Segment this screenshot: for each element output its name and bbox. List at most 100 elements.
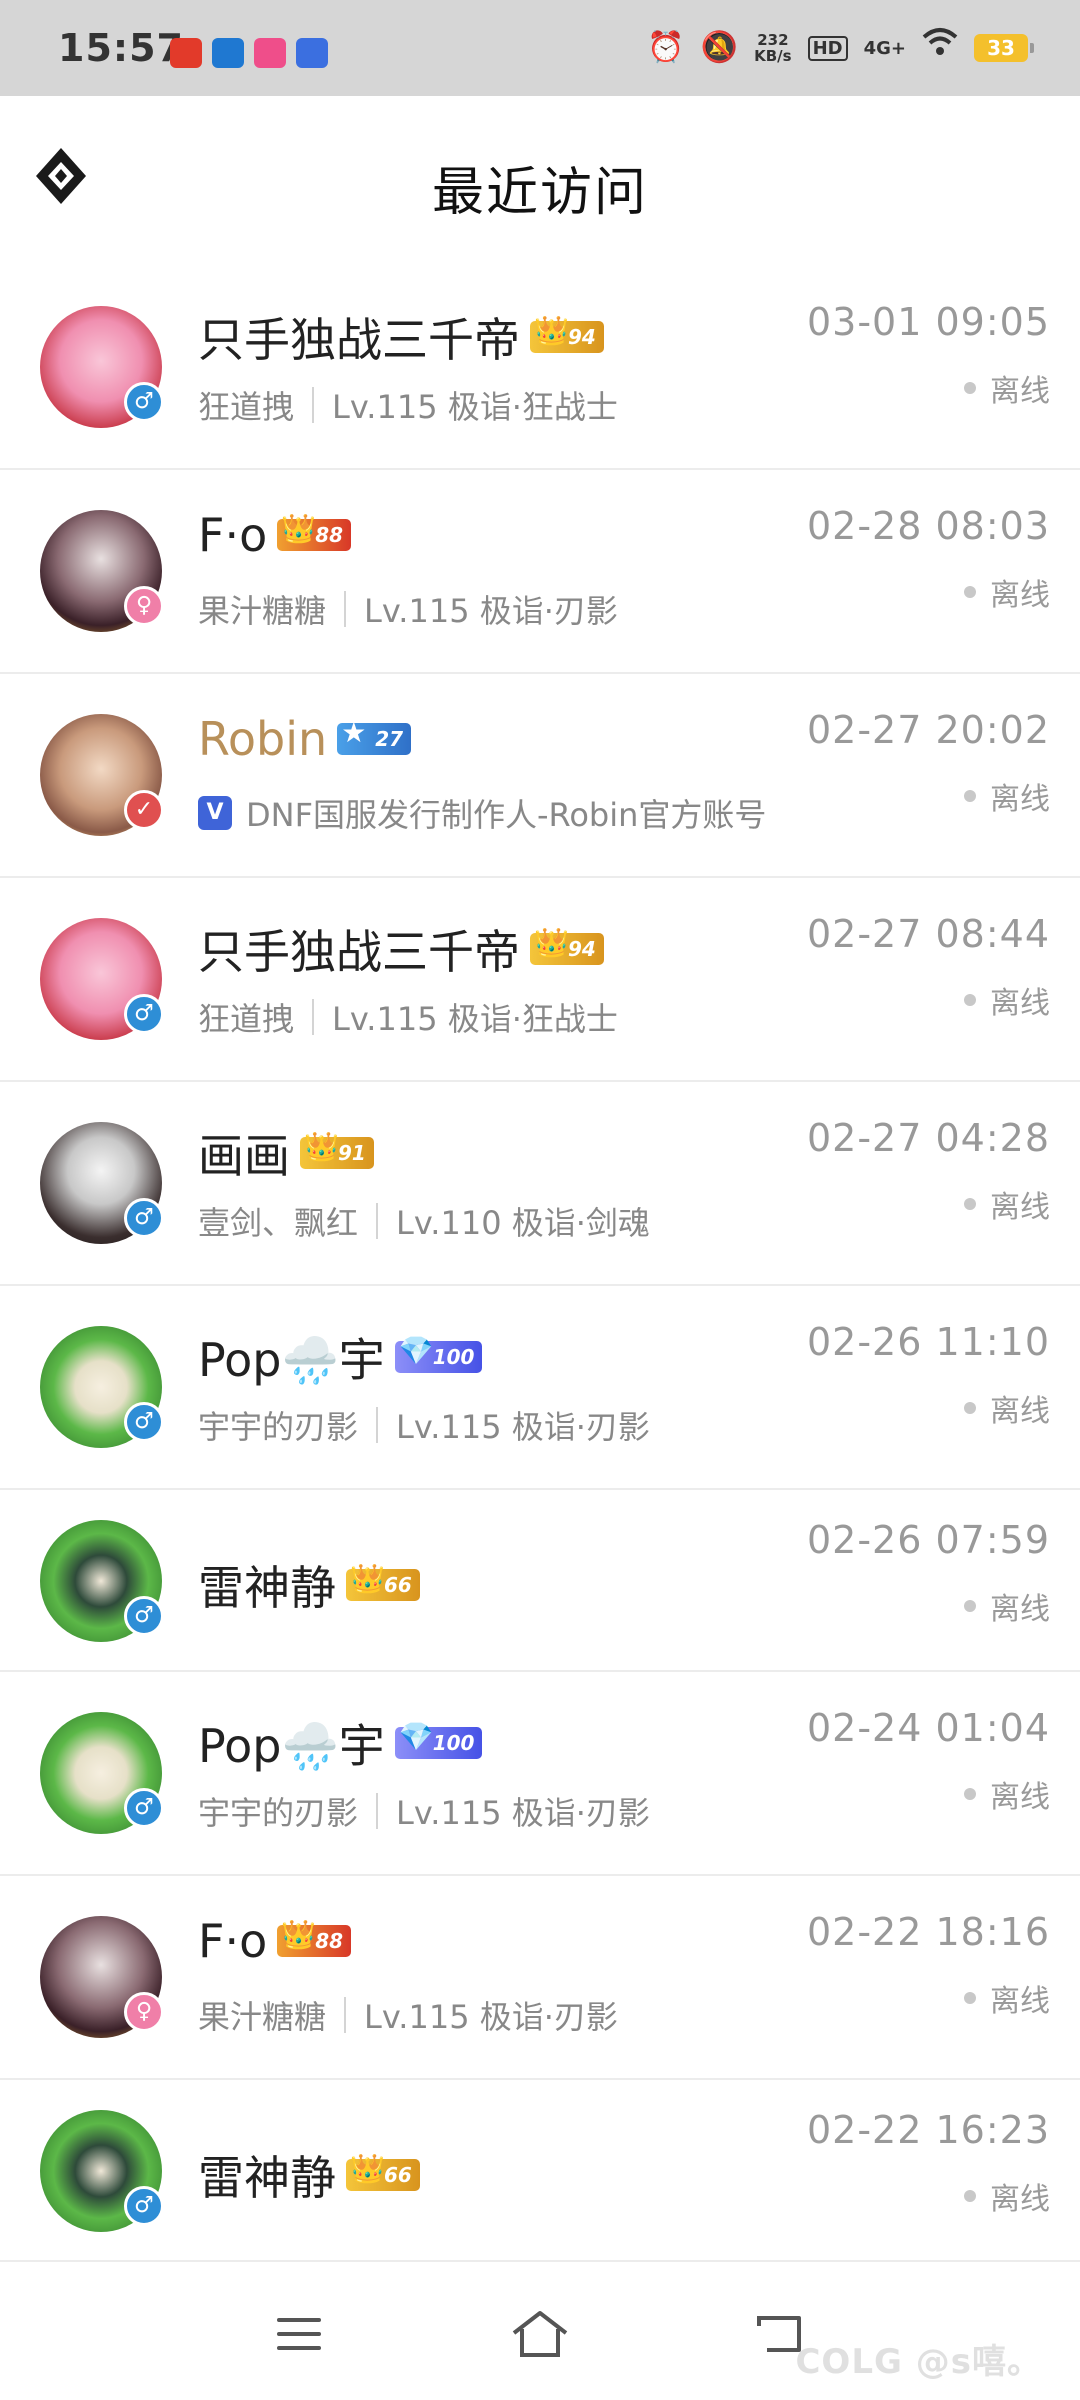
star-icon: ★ (341, 716, 367, 749)
avatar[interactable]: ♂ (40, 1520, 164, 1642)
menu-button[interactable] (264, 2306, 334, 2362)
status-label: 离线 (990, 1190, 1050, 1225)
avatar[interactable]: ♀ (40, 1916, 164, 2038)
status-dot-icon (964, 1402, 976, 1414)
male-icon: ♂ (124, 1402, 164, 1442)
level-badge: 💎 100 (394, 1721, 483, 1759)
visitor-row[interactable]: ♂ 只手独战三千帝 👑 94 狂道拽 Lv.115 极诣·狂战士 02-27 08… (0, 878, 1080, 1082)
status-label: 离线 (990, 1592, 1050, 1627)
network-indicator: 4G+ (863, 37, 906, 59)
visitor-name: 雷神静 (198, 2151, 336, 2205)
online-status: 离线 (964, 1584, 1050, 1628)
avatar[interactable]: ♂ (40, 1122, 164, 1244)
status-time: 15:57 (58, 26, 184, 70)
visitor-row[interactable]: ♂ Pop🌧️宇 💎 100 宇宇的刃影 Lv.115 极诣·刃影 02-26 1… (0, 1286, 1080, 1490)
online-status: 离线 (964, 1772, 1050, 1816)
avatar[interactable]: ♂ (40, 1712, 164, 1834)
visitor-row[interactable]: ♂ Pop🌧️宇 💎 100 宇宇的刃影 Lv.115 极诣·刃影 02-24 0… (0, 1672, 1080, 1876)
visit-time: 02-27 20:02 (806, 708, 1050, 752)
visitor-row[interactable]: ♂ 雷神静 👑 66 02-26 07:59 离线 (0, 1490, 1080, 1672)
home-button[interactable] (505, 2306, 575, 2362)
online-status: 离线 (964, 1976, 1050, 2020)
header: 最近访问 (0, 96, 1080, 266)
visit-time: 02-27 04:28 (806, 1116, 1050, 1160)
visitor-row[interactable]: ♀ F·o 👑 88 果汁糖糖 Lv.115 极诣·刃影 02-22 18:16 … (0, 1876, 1080, 2080)
online-status: 离线 (964, 774, 1050, 818)
visitor-signature: 壹剑、飘红 (198, 1204, 359, 1242)
avatar[interactable]: ♂ (40, 1326, 164, 1448)
avatar[interactable]: ♀ (40, 510, 164, 632)
status-dot-icon (964, 1788, 976, 1800)
visitor-signature: 宇宇的刃影 (198, 1408, 359, 1446)
level-value: 91 (338, 1141, 366, 1165)
visit-time: 02-28 08:03 (806, 504, 1050, 548)
visitor-row[interactable]: ♂ 只手独战三千帝 👑 94 狂道拽 Lv.115 极诣·狂战士 03-01 09… (0, 266, 1080, 470)
female-icon: ♀ (124, 586, 164, 626)
avatar[interactable]: ♂ (40, 918, 164, 1040)
recent-visits-list: ♂ 只手独战三千帝 👑 94 狂道拽 Lv.115 极诣·狂战士 03-01 09… (0, 266, 1080, 2262)
visitor-name: F·o (198, 1914, 268, 1968)
level-value: 94 (568, 325, 596, 349)
status-label: 离线 (990, 2182, 1050, 2217)
page-title: 最近访问 (431, 163, 648, 223)
diamond-icon: 💎 (398, 1334, 434, 1367)
status-label: 离线 (990, 1394, 1050, 1429)
music-notification-icon (254, 38, 286, 68)
home-icon (512, 2311, 568, 2357)
separator (376, 1793, 379, 1829)
visitor-name: Robin (198, 712, 328, 766)
status-dot-icon (964, 586, 976, 598)
visitor-row[interactable]: ♀ F·o 👑 88 果汁糖糖 Lv.115 极诣·刃影 02-28 08:03 … (0, 470, 1080, 674)
wifi-icon (922, 26, 958, 70)
net-speed: 232 KB/s (754, 32, 791, 64)
status-dot-icon (964, 790, 976, 802)
avatar[interactable]: ♂ (40, 2110, 164, 2232)
separator (344, 591, 347, 627)
status-dot-icon (964, 2190, 976, 2202)
level-badge: ★ 27 (337, 717, 412, 755)
visitor-character: Lv.115 极诣·刃影 (364, 592, 618, 630)
visit-time: 02-26 07:59 (806, 1518, 1050, 1562)
visitor-signature: 狂道拽 (198, 388, 295, 426)
visitor-name: 雷神静 (198, 1561, 336, 1615)
level-badge: 👑 91 (300, 1131, 374, 1169)
male-icon: ♂ (124, 1788, 164, 1828)
crown-icon: 👑 (350, 2152, 385, 2185)
status-bar: 15:57 ⏰ 🔕 232 KB/s HD 4G+ 33 (0, 0, 1080, 96)
status-label: 离线 (990, 1780, 1050, 1815)
male-icon: ♂ (124, 1596, 164, 1636)
net-speed-value: 232 (757, 31, 789, 49)
visitor-name: 画画 (198, 1129, 290, 1183)
avatar[interactable]: ✓ (40, 714, 164, 836)
visitor-character: Lv.115 极诣·狂战士 (332, 388, 618, 426)
visitor-name: 只手独战三千帝 (198, 925, 520, 979)
visitor-character: Lv.115 极诣·刃影 (396, 1794, 650, 1832)
telecom-notification-icon (212, 38, 244, 68)
visitor-row[interactable]: ♂ 雷神静 👑 66 02-22 16:23 离线 (0, 2080, 1080, 2262)
visitor-signature: 果汁糖糖 (198, 1998, 327, 2036)
visit-time: 02-22 18:16 (806, 1910, 1050, 1954)
visit-time: 03-01 09:05 (806, 300, 1050, 344)
visit-time: 02-24 01:04 (806, 1706, 1050, 1750)
level-value: 66 (384, 1573, 412, 1597)
status-dot-icon (964, 1992, 976, 2004)
visitor-row[interactable]: ✓ Robin ★ 27 V DNF国服发行制作人-Robin官方账号 02-27… (0, 674, 1080, 878)
visitor-name: Pop🌧️宇 (198, 1333, 385, 1387)
visitor-row[interactable]: ♂ 画画 👑 91 壹剑、飘红 Lv.110 极诣·剑魂 02-27 04:28 … (0, 1082, 1080, 1286)
battery-icon: 33 (974, 34, 1034, 62)
visit-time: 02-26 11:10 (806, 1320, 1050, 1364)
status-label: 离线 (990, 374, 1050, 409)
diamond-icon: 💎 (398, 1720, 434, 1753)
visit-time: 02-22 16:23 (806, 2108, 1050, 2152)
visitor-character: Lv.115 极诣·刃影 (364, 1998, 618, 2036)
watermark: COLG @s嘻。 (795, 2342, 1042, 2382)
visitor-name: F·o (198, 508, 268, 562)
avatar[interactable]: ♂ (40, 306, 164, 428)
status-dot-icon (964, 1600, 976, 1612)
level-value: 100 (432, 1731, 475, 1755)
level-value: 88 (315, 1929, 344, 1953)
online-status: 离线 (964, 366, 1050, 410)
menu-icon (277, 2318, 321, 2350)
crown-icon: 👑 (304, 1130, 339, 1163)
alarm-icon: ⏰ (647, 30, 685, 65)
